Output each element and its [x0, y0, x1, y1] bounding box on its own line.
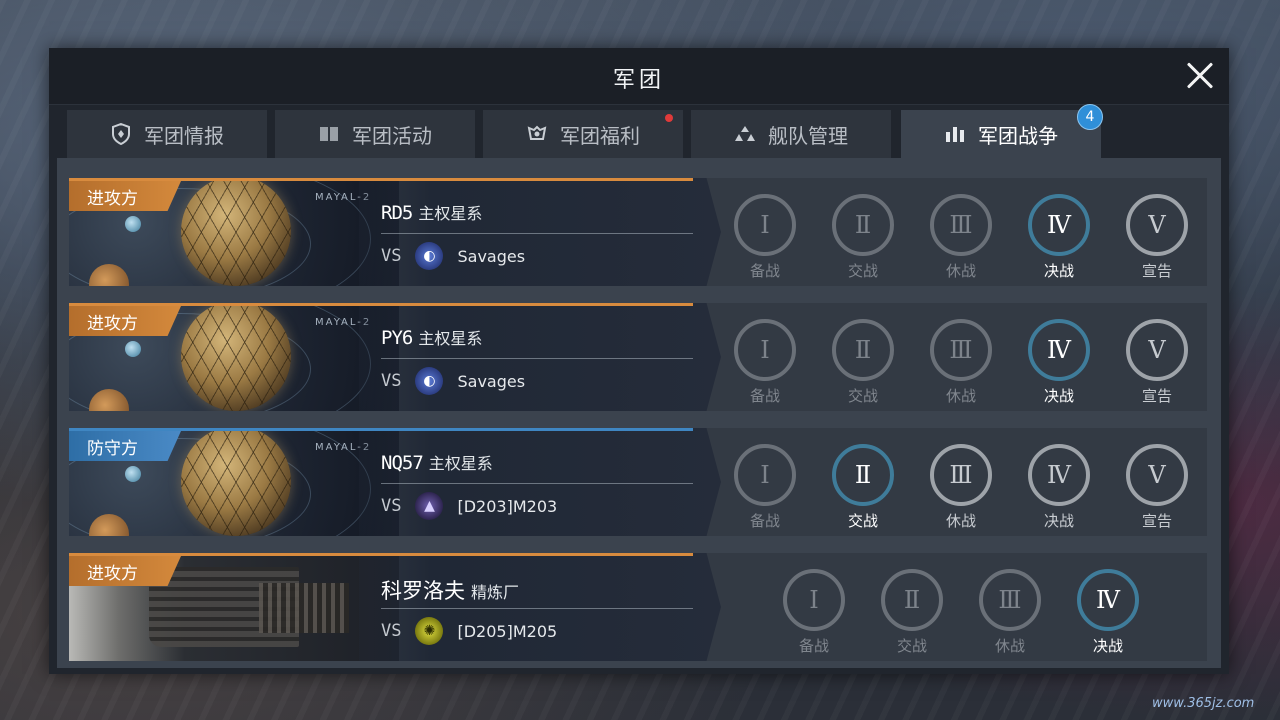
phase-3[interactable]: Ⅲ 休战 [975, 569, 1045, 656]
opponent-name: [D205]M205 [457, 621, 558, 641]
phase-2[interactable]: Ⅱ 交战 [828, 194, 898, 281]
divider [381, 358, 693, 359]
phase-1[interactable]: Ⅰ 备战 [779, 569, 849, 656]
phase-3[interactable]: Ⅲ 休战 [926, 194, 996, 281]
system-type: 精炼厂 [471, 583, 520, 602]
fleet-icon [734, 123, 756, 145]
tab-bar: 军团情报 军团活动 军团福利 舰队管理 军团战争 4 [67, 104, 1217, 158]
tab-legion-welfare[interactable]: 军团福利 [483, 110, 683, 158]
system-code: RD5 [381, 202, 413, 224]
gift-icon [526, 123, 548, 145]
role-tag: 进攻方 [69, 181, 181, 211]
war-icon [944, 123, 966, 145]
watermark: www.365jz.com [1152, 696, 1255, 711]
opponent-emblem-icon: ◐ [415, 367, 444, 395]
phase-3[interactable]: Ⅲ 休战 [926, 444, 996, 531]
tab-label: 舰队管理 [768, 123, 848, 148]
system-title: RD5 主权星系 [381, 200, 482, 224]
system-code: NQ57 [381, 452, 424, 474]
war-list: MAYAL-2 进攻方 RD5 主权星系 VS ◐ Savages Ⅰ 备战 Ⅱ交… [57, 158, 1221, 668]
opponent-line: VS ▲ [D203]M203 [381, 492, 557, 520]
war-count-badge: 4 [1077, 104, 1103, 130]
divider [381, 233, 693, 234]
tab-label: 军团福利 [560, 123, 640, 148]
phase-5[interactable]: Ⅴ 宣告 [1122, 444, 1192, 531]
book-icon [318, 123, 340, 145]
war-row[interactable]: 进攻方 科罗洛夫 精炼厂 VS ✺ [D205]M205 Ⅰ 备战 Ⅱ 交战 Ⅲ 休战… [69, 553, 1207, 661]
role-tag: 进攻方 [69, 556, 181, 586]
tab-label: 军团活动 [352, 123, 432, 148]
divider [381, 608, 693, 609]
tab-legion-war[interactable]: 军团战争 4 [901, 104, 1103, 158]
tab-legion-intel[interactable]: 军团情报 [67, 110, 267, 158]
opponent-emblem-icon: ✺ [415, 617, 444, 645]
phase-4[interactable]: Ⅳ 决战 [1073, 569, 1143, 656]
role-tag: 进攻方 [69, 306, 181, 336]
system-type: 主权星系 [428, 454, 493, 473]
notification-dot [665, 114, 673, 122]
attack-line [69, 178, 693, 181]
title-bar: 军团 [49, 48, 1229, 105]
opponent-emblem-icon: ▲ [415, 492, 444, 520]
opponent-line: VS ◐ Savages [381, 367, 525, 395]
system-type: 主权星系 [418, 329, 483, 348]
opponent-emblem-icon: ◐ [415, 242, 444, 270]
opponent-line: VS ✺ [D205]M205 [381, 617, 557, 645]
opponent-line: VS ◐ Savages [381, 242, 525, 270]
war-row[interactable]: MAYAL-2 进攻方 PY6 主权星系 VS ◐ Savages Ⅰ 备战 Ⅱ交… [69, 303, 1207, 411]
phase-4[interactable]: Ⅳ 决战 [1024, 194, 1094, 281]
defend-line [69, 428, 693, 431]
war-row[interactable]: MAYAL-2 防守方 NQ57 主权星系 VS ▲ [D203]M203 Ⅰ备… [69, 428, 1207, 536]
attack-line [69, 303, 693, 306]
phase-1[interactable]: Ⅰ 备战 [730, 319, 800, 406]
system-type: 主权星系 [418, 204, 483, 223]
vs-label: VS [381, 371, 402, 391]
phase-5[interactable]: Ⅴ 宣告 [1122, 194, 1192, 281]
close-button[interactable] [1181, 58, 1217, 94]
phase-3[interactable]: Ⅲ 休战 [926, 319, 996, 406]
tab-label: 军团情报 [144, 123, 224, 148]
war-row[interactable]: MAYAL-2 进攻方 RD5 主权星系 VS ◐ Savages Ⅰ 备战 Ⅱ交… [69, 178, 1207, 286]
vs-label: VS [381, 496, 402, 516]
opponent-name: Savages [457, 371, 526, 391]
vs-label: VS [381, 246, 402, 266]
phase-5[interactable]: Ⅴ 宣告 [1122, 319, 1192, 406]
phase-2[interactable]: Ⅱ 交战 [828, 444, 898, 531]
shield-icon [110, 123, 132, 145]
tab-label: 军团战争 [978, 123, 1058, 148]
system-title: 科罗洛夫 精炼厂 [381, 575, 519, 605]
legion-panel: 军团 军团情报 军团活动 军团福利 舰队管理 军团战争 4 MAYAL-2 进攻… [49, 48, 1229, 674]
system-title: PY6 主权星系 [381, 325, 482, 349]
phase-1[interactable]: Ⅰ 备战 [730, 194, 800, 281]
phase-1[interactable]: Ⅰ 备战 [730, 444, 800, 531]
system-code: PY6 [381, 327, 413, 349]
opponent-name: Savages [457, 246, 526, 266]
role-tag: 防守方 [69, 431, 181, 461]
attack-line [69, 553, 693, 556]
tab-fleet-management[interactable]: 舰队管理 [691, 110, 891, 158]
phase-4[interactable]: Ⅳ 决战 [1024, 444, 1094, 531]
panel-title: 军团 [612, 68, 665, 93]
vs-label: VS [381, 621, 402, 641]
structure-name: 科罗洛夫 [381, 579, 465, 603]
phase-2[interactable]: Ⅱ 交战 [828, 319, 898, 406]
opponent-name: [D203]M203 [457, 496, 558, 516]
divider [381, 483, 693, 484]
phase-4[interactable]: Ⅳ 决战 [1024, 319, 1094, 406]
tab-legion-activity[interactable]: 军团活动 [275, 110, 475, 158]
system-title: NQ57 主权星系 [381, 450, 493, 474]
phase-2[interactable]: Ⅱ 交战 [877, 569, 947, 656]
